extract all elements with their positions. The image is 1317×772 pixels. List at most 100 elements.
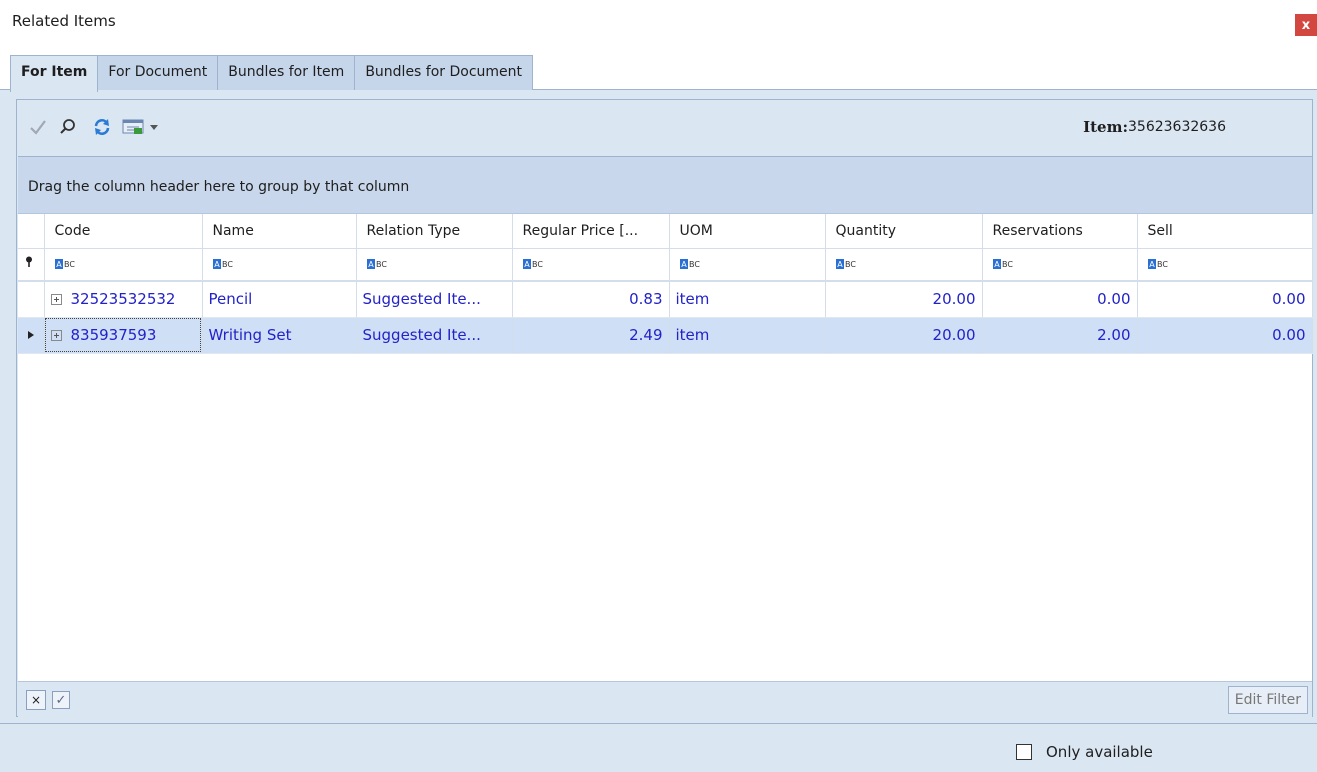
checkmark-icon [30, 120, 46, 135]
text-filter-icon: A BC [212, 259, 233, 270]
edit-filter-button[interactable]: Edit Filter [1227, 686, 1308, 714]
svg-text:BC: BC [376, 260, 387, 269]
svg-text:A: A [368, 260, 374, 269]
tab-strip: For Item For Document Bundles for Item B… [10, 55, 534, 92]
text-filter-icon: A BC [366, 259, 387, 270]
enable-filter-checkbox[interactable]: ✓ [52, 691, 70, 709]
column-header-regular-price[interactable]: Regular Price [... [512, 214, 670, 249]
grid-filter-bar: × ✓ Edit Filter [18, 681, 1312, 717]
cell-quantity[interactable]: 20.00 [825, 281, 983, 318]
text-filter-icon: A BC [992, 259, 1013, 270]
select-button[interactable] [25, 114, 51, 140]
export-button[interactable] [121, 114, 147, 140]
refresh-button[interactable] [89, 114, 115, 140]
refresh-icon [94, 119, 110, 135]
column-header-reservations[interactable]: Reservations [982, 214, 1138, 249]
svg-text:A: A [681, 260, 687, 269]
svg-text:A: A [524, 260, 530, 269]
cell-name[interactable]: Pencil [202, 281, 357, 318]
svg-text:BC: BC [845, 260, 856, 269]
filter-cell-sell[interactable]: A BC [1137, 248, 1313, 282]
filter-cell-quantity[interactable]: A BC [825, 248, 983, 282]
svg-text:A: A [214, 260, 220, 269]
expand-icon[interactable] [50, 294, 62, 306]
cell-relation-type[interactable]: Suggested Ite... [356, 317, 513, 354]
cell-quantity[interactable]: 20.00 [825, 317, 983, 354]
toolbar: Item: 35623632636 [17, 100, 1312, 156]
tab-for-item[interactable]: For Item [10, 55, 99, 92]
cell-name[interactable]: Writing Set [202, 317, 357, 354]
cell-regular-price[interactable]: 2.49 [512, 317, 670, 354]
row-indicator[interactable] [18, 281, 45, 318]
close-button[interactable]: x [1295, 14, 1317, 36]
svg-text:BC: BC [222, 260, 233, 269]
related-items-window: Related Items x For Item For Document Bu… [0, 0, 1317, 772]
table-row[interactable]: 835937593 Writing Set Suggested Ite... 2… [18, 317, 1313, 354]
cell-relation-type[interactable]: Suggested Ite... [356, 281, 513, 318]
bottom-bar: Only available [0, 723, 1317, 772]
cell-sell[interactable]: 0.00 [1137, 317, 1313, 354]
item-value: 35623632636 [1128, 119, 1226, 135]
only-available-label: Only available [1046, 743, 1153, 761]
items-table: Code Name Relation Type Regular Price [.… [18, 214, 1313, 354]
title-bar: Related Items x [0, 0, 1317, 48]
column-header-uom[interactable]: UOM [669, 214, 826, 249]
filter-cell-uom[interactable]: A BC [669, 248, 826, 282]
row-indicator-header [18, 214, 45, 249]
export-dropdown-button[interactable] [147, 114, 161, 140]
svg-text:A: A [994, 260, 1000, 269]
dropdown-arrow-icon [150, 125, 158, 130]
window-title: Related Items [12, 12, 116, 30]
column-header-name[interactable]: Name [202, 214, 357, 249]
cell-code[interactable]: 835937593 [44, 317, 203, 354]
cell-reservations[interactable]: 0.00 [982, 281, 1138, 318]
tab-for-document[interactable]: For Document [97, 55, 219, 90]
svg-text:A: A [837, 260, 843, 269]
svg-text:BC: BC [64, 260, 75, 269]
column-header-quantity[interactable]: Quantity [825, 214, 983, 249]
svg-text:A: A [56, 260, 62, 269]
related-items-grid: Drag the column header here to group by … [18, 156, 1313, 681]
only-available-checkbox[interactable] [1016, 744, 1032, 760]
clear-filter-button[interactable]: × [26, 690, 46, 710]
text-filter-icon: A BC [54, 259, 75, 270]
text-filter-icon: A BC [522, 259, 543, 270]
row-indicator[interactable] [18, 317, 45, 354]
cell-uom[interactable]: item [669, 317, 826, 354]
export-icon [122, 119, 144, 134]
filter-cell-reservations[interactable]: A BC [982, 248, 1138, 282]
text-filter-icon: A BC [679, 259, 700, 270]
filter-cell-regular-price[interactable]: A BC [512, 248, 670, 282]
filter-cell-relation-type[interactable]: A BC [356, 248, 513, 282]
filter-row-indicator [18, 248, 45, 282]
table-row[interactable]: 32523532532 Pencil Suggested Ite... 0.83… [18, 281, 1313, 318]
column-header-sell[interactable]: Sell [1137, 214, 1313, 249]
cell-regular-price[interactable]: 0.83 [512, 281, 670, 318]
filter-row: A BC A BC A BC A BC A BC A BC A BC A BC [18, 248, 1313, 282]
filter-cell-name[interactable]: A BC [202, 248, 357, 282]
cell-uom[interactable]: item [669, 281, 826, 318]
pin-icon [26, 256, 32, 268]
text-filter-icon: A BC [835, 259, 856, 270]
current-row-arrow-icon [27, 331, 34, 339]
svg-text:BC: BC [532, 260, 543, 269]
cell-sell[interactable]: 0.00 [1137, 281, 1313, 318]
search-button[interactable] [55, 114, 81, 140]
content-panel: Item: 35623632636 Drag the column header… [16, 99, 1313, 717]
column-header-relation-type[interactable]: Relation Type [356, 214, 513, 249]
svg-text:BC: BC [1157, 260, 1168, 269]
svg-text:BC: BC [1002, 260, 1013, 269]
cell-code[interactable]: 32523532532 [44, 281, 203, 318]
text-filter-icon: A BC [1147, 259, 1168, 270]
filter-cell-code[interactable]: A BC [44, 248, 203, 282]
tab-bundles-for-document[interactable]: Bundles for Document [354, 55, 534, 90]
item-label: Item: [1083, 118, 1128, 136]
column-header-code[interactable]: Code [44, 214, 203, 249]
tab-bundles-for-item[interactable]: Bundles for Item [217, 55, 356, 90]
expand-icon[interactable] [50, 330, 62, 341]
search-icon [60, 119, 75, 134]
cell-reservations[interactable]: 2.00 [982, 317, 1138, 354]
svg-text:A: A [1149, 260, 1155, 269]
svg-text:BC: BC [689, 260, 700, 269]
group-by-panel[interactable]: Drag the column header here to group by … [18, 157, 1312, 214]
